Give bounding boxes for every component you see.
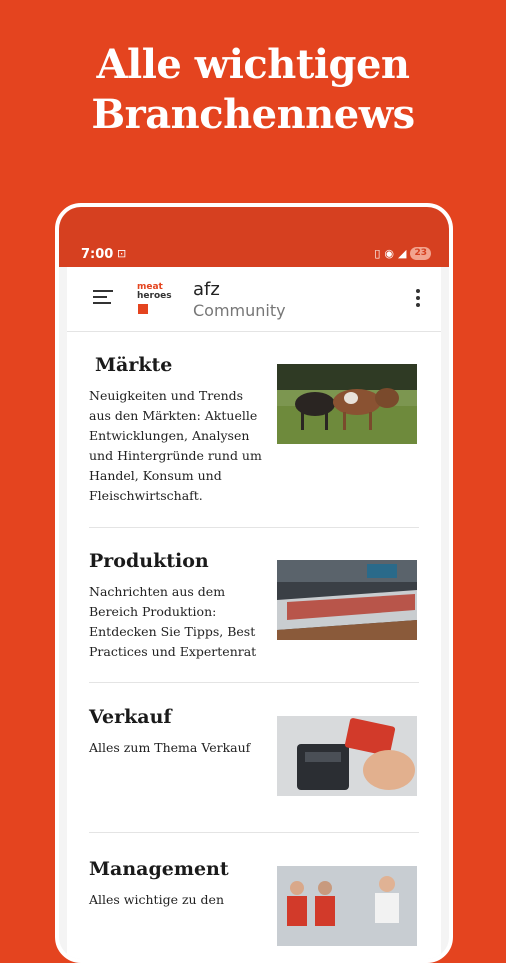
logo-mark (138, 304, 148, 314)
card-payment-image (277, 716, 417, 796)
item-description: Alles wichtige zu den (89, 892, 225, 907)
app-screen: meat heroes afz Community Märkte Neuigke… (67, 267, 441, 959)
promo-headline: Alle wichtigen Branchennews (0, 40, 506, 140)
divider (89, 682, 419, 683)
team-image (277, 866, 417, 946)
cows-image (277, 364, 417, 444)
meat-heroes-logo: meat heroes (137, 283, 179, 319)
app-title: afz (193, 279, 220, 300)
logo-word-heroes: heroes (137, 291, 172, 301)
list-item-management[interactable]: Management Alles wichtige zu den (89, 858, 419, 946)
vibrate-icon: ▯ (374, 247, 381, 260)
list-item-verkauf[interactable]: Verkauf Alles zum Thema Verkauf (89, 706, 419, 796)
app-subtitle: Community (193, 301, 286, 320)
meat-counter-image (277, 560, 417, 640)
status-bar: 7:00 ⊡ ▯ ◉ ◢ 23 (59, 207, 449, 267)
status-time: 7:00 (81, 247, 114, 262)
divider (89, 527, 419, 528)
headline-line-1: Alle wichtigen (96, 41, 410, 88)
headline-line-2: Branchennews (91, 91, 415, 138)
item-description: Neuigkeiten und Trends aus den Märkten: … (89, 388, 262, 503)
list-item-produktion[interactable]: Produktion Nachrichten aus dem Bereich P… (89, 550, 419, 662)
item-description: Alles zum Thema Verkauf (89, 740, 251, 755)
wifi-icon: ◉ (384, 247, 394, 260)
divider (89, 832, 419, 833)
list-item-maerkte[interactable]: Märkte Neuigkeiten und Trends aus den Mä… (89, 354, 419, 506)
app-bar: meat heroes afz Community (67, 267, 441, 332)
more-options-icon[interactable] (415, 289, 421, 310)
phone-frame: 7:00 ⊡ ▯ ◉ ◢ 23 meat heroes afz Communit… (55, 203, 453, 963)
item-description: Nachrichten aus dem Bereich Produktion: … (89, 584, 257, 659)
hamburger-menu-icon[interactable] (93, 290, 113, 306)
status-icons: ▯ ◉ ◢ 23 (374, 247, 431, 260)
signal-icon: ◢ (398, 247, 407, 260)
battery-indicator: 23 (410, 247, 431, 260)
screen-record-icon: ⊡ (117, 247, 127, 260)
